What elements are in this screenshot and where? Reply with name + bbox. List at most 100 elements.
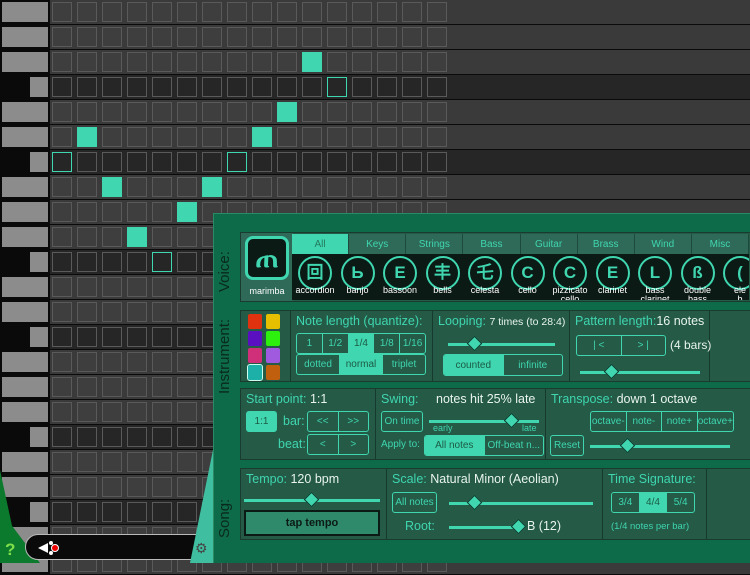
help-button[interactable]: ? — [5, 540, 15, 560]
note-cell[interactable] — [77, 402, 97, 422]
note-cell[interactable] — [177, 402, 197, 422]
piano-key[interactable] — [2, 277, 48, 297]
note-cell[interactable] — [152, 302, 172, 322]
note-cell[interactable] — [327, 102, 347, 122]
note-cell[interactable] — [52, 502, 72, 522]
note-cell[interactable] — [202, 127, 222, 147]
note-cell[interactable] — [227, 52, 247, 72]
piano-key[interactable] — [2, 227, 48, 247]
note-cell[interactable] — [102, 227, 122, 247]
note-cell[interactable] — [52, 477, 72, 497]
note-cell[interactable] — [352, 77, 372, 97]
slider-thumb[interactable] — [503, 412, 519, 429]
note-cell[interactable] — [127, 402, 147, 422]
note-cell[interactable] — [52, 127, 72, 147]
transpose-slider[interactable] — [590, 437, 730, 454]
note-cell[interactable] — [152, 2, 172, 22]
note-cell[interactable] — [177, 202, 197, 222]
note-cell[interactable] — [402, 52, 422, 72]
note-cell[interactable] — [152, 77, 172, 97]
note-cell[interactable] — [302, 52, 322, 72]
note-cell[interactable] — [152, 152, 172, 172]
trumpet-record-icon[interactable] — [36, 539, 66, 557]
note-cell[interactable] — [77, 52, 97, 72]
note-cell[interactable] — [427, 27, 447, 47]
color-swatch[interactable] — [266, 365, 280, 380]
note-cell[interactable] — [177, 327, 197, 347]
note-cell[interactable] — [177, 2, 197, 22]
note-cell[interactable] — [77, 352, 97, 372]
note-mode-option[interactable]: dotted — [297, 355, 340, 374]
piano-key[interactable] — [2, 402, 48, 422]
note-cell[interactable] — [202, 177, 222, 197]
note-cell[interactable] — [152, 377, 172, 397]
note-cell[interactable] — [102, 152, 122, 172]
note-cell[interactable] — [177, 77, 197, 97]
note-cell[interactable] — [52, 227, 72, 247]
note-cell[interactable] — [127, 27, 147, 47]
color-swatch[interactable] — [266, 314, 280, 329]
note-cell[interactable] — [77, 427, 97, 447]
note-cell[interactable] — [127, 377, 147, 397]
note-cell[interactable] — [77, 27, 97, 47]
current-voice[interactable]: ጠ marimba — [241, 233, 293, 301]
note-cell[interactable] — [427, 102, 447, 122]
note-cell[interactable] — [252, 127, 272, 147]
scale-slider[interactable] — [449, 494, 593, 511]
note-cell[interactable] — [52, 27, 72, 47]
pattern-next-button[interactable]: > | — [622, 336, 666, 355]
note-cell[interactable] — [177, 52, 197, 72]
note-cell[interactable] — [152, 477, 172, 497]
slider-thumb[interactable] — [303, 491, 320, 508]
voice-item[interactable]: Ьbanjo — [337, 256, 379, 295]
piano-key[interactable] — [2, 377, 48, 397]
note-cell[interactable] — [177, 477, 197, 497]
note-cell[interactable] — [102, 77, 122, 97]
note-cell[interactable] — [177, 127, 197, 147]
note-cell[interactable] — [427, 52, 447, 72]
note-cell[interactable] — [352, 102, 372, 122]
tab-misc[interactable]: Misc — [691, 234, 749, 254]
note-cell[interactable] — [177, 102, 197, 122]
note-cell[interactable] — [127, 327, 147, 347]
piano-key[interactable] — [2, 202, 48, 222]
piano-key[interactable] — [2, 477, 48, 497]
note-cell[interactable] — [352, 152, 372, 172]
note-cell[interactable] — [177, 427, 197, 447]
note-cell[interactable] — [127, 277, 147, 297]
note-cell[interactable] — [102, 27, 122, 47]
note-cell[interactable] — [52, 352, 72, 372]
note-cell[interactable] — [202, 52, 222, 72]
note-cell[interactable] — [127, 502, 147, 522]
piano-key[interactable] — [2, 2, 48, 22]
voice-item[interactable]: ß double bass — [677, 256, 719, 300]
note-cell[interactable] — [277, 27, 297, 47]
note-cell[interactable] — [177, 227, 197, 247]
note-length-option[interactable]: 1/2 — [323, 334, 349, 353]
voice-item[interactable]: Εbassoon — [379, 256, 421, 295]
note-cell[interactable] — [77, 152, 97, 172]
tab-bass[interactable]: Bass — [463, 234, 521, 254]
note-cell[interactable] — [77, 477, 97, 497]
note-length-option[interactable]: 1/4 — [348, 334, 375, 353]
piano-key[interactable] — [30, 502, 48, 522]
voice-item[interactable]: 丰 bells — [422, 256, 464, 295]
start-reset-button[interactable]: 1:1 — [246, 411, 277, 432]
note-cell[interactable] — [377, 177, 397, 197]
transpose-reset-button[interactable]: Reset — [550, 435, 584, 456]
note-cell[interactable] — [152, 402, 172, 422]
note-cell[interactable] — [227, 27, 247, 47]
note-cell[interactable] — [127, 452, 147, 472]
voice-item[interactable]: Lbass clarinet — [634, 256, 676, 300]
note-cell[interactable] — [152, 502, 172, 522]
note-cell[interactable] — [152, 427, 172, 447]
note-cell[interactable] — [127, 302, 147, 322]
note-cell[interactable] — [302, 27, 322, 47]
note-cell[interactable] — [252, 102, 272, 122]
note-cell[interactable] — [377, 27, 397, 47]
note-cell[interactable] — [177, 502, 197, 522]
note-cell[interactable] — [177, 252, 197, 272]
all-notes-button[interactable]: All notes — [392, 492, 437, 513]
piano-key[interactable] — [30, 427, 48, 447]
note-cell[interactable] — [277, 52, 297, 72]
